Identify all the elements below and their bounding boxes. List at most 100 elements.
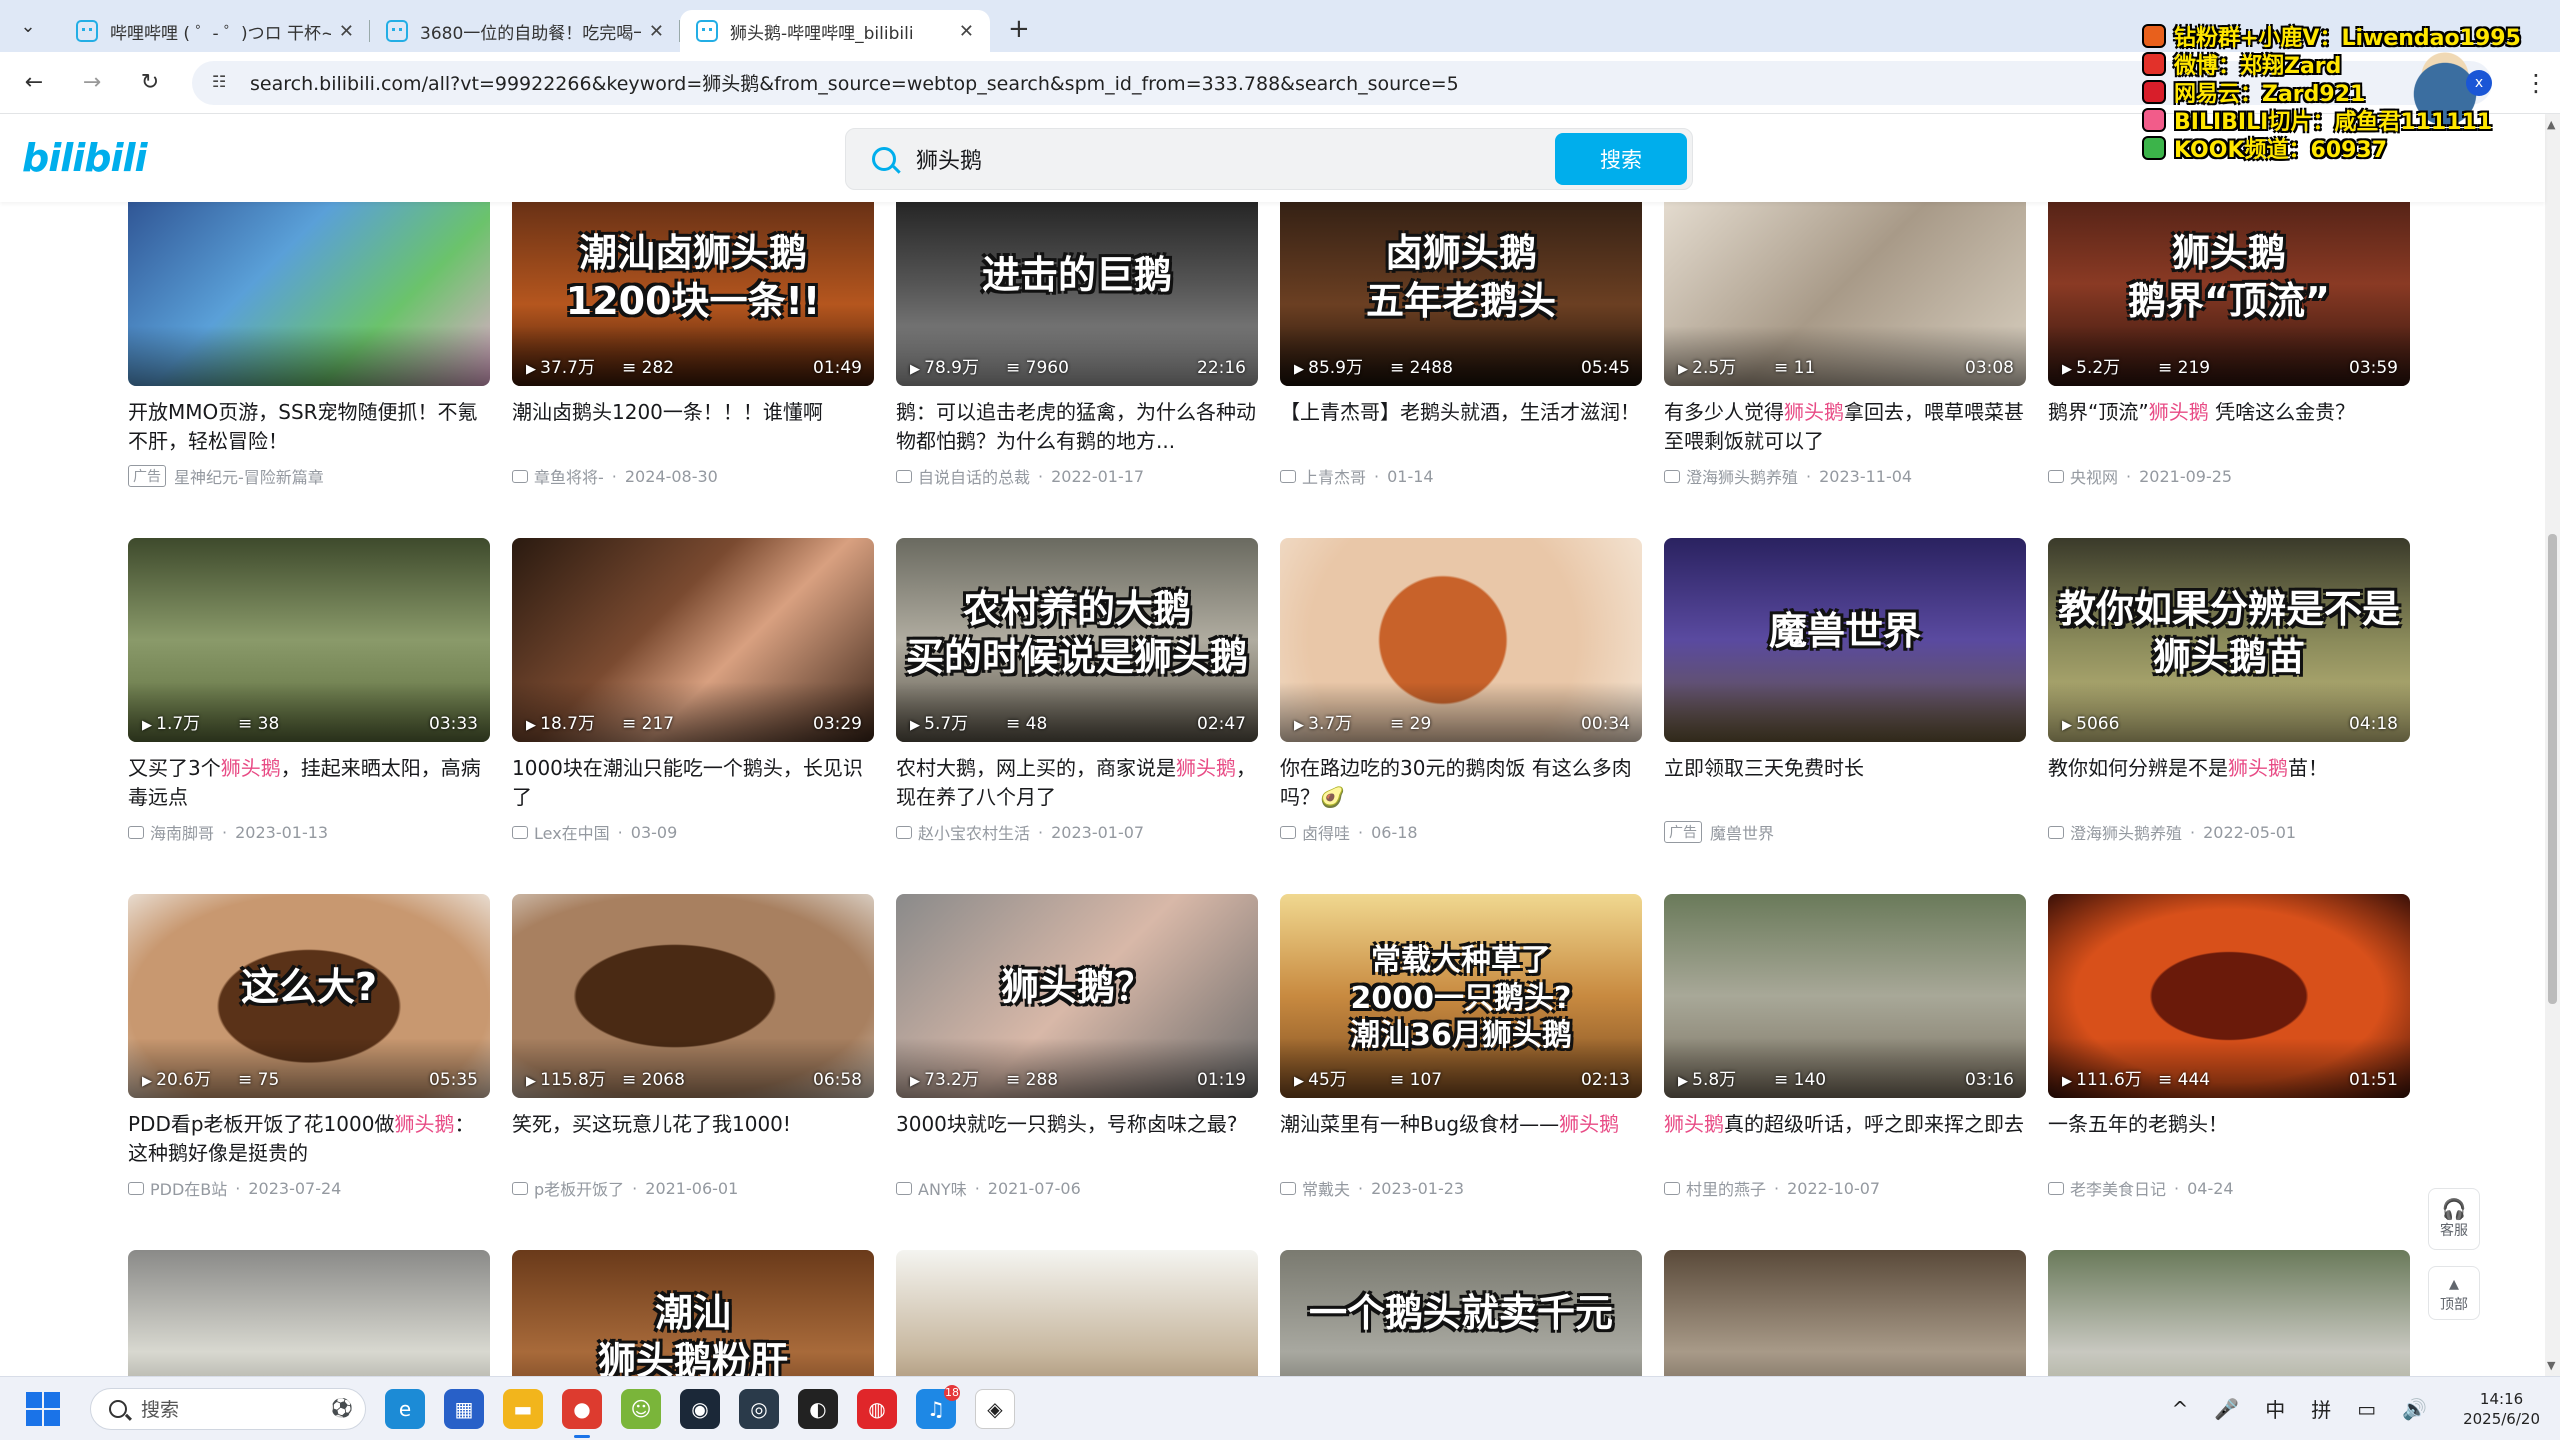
video-thumbnail[interactable]: 111.6万 444 01:51 <box>2048 894 2410 1098</box>
close-icon[interactable]: ✕ <box>649 21 664 42</box>
video-title[interactable]: 鹅界“顶流”狮头鹅 凭啥这么金贵？ <box>2048 398 2410 456</box>
scroll-up-icon[interactable]: ▲ <box>2547 118 2555 131</box>
video-title[interactable]: 潮汕卤鹅头1200一条！！！谁懂啊 <box>512 398 874 456</box>
video-thumbnail[interactable]: 这么大? 20.6万 75 05:35 <box>128 894 490 1098</box>
obs-icon[interactable]: ◐ <box>798 1388 838 1429</box>
video-card[interactable] <box>896 1250 1258 1376</box>
uploader-name[interactable]: 老李美食日记 <box>2070 1176 2166 1200</box>
video-thumbnail[interactable]: 1.7万 38 03:33 <box>128 538 490 742</box>
video-card[interactable]: 进击的巨鹅 78.9万 7960 22:16 鹅：可以追击老虎的猛禽，为什么各种动物都怕… <box>896 202 1258 488</box>
video-card[interactable]: 魔兽世界 立即领取三天免费时长 广告 魔兽世界 <box>1664 538 2026 844</box>
video-card[interactable] <box>128 1250 490 1376</box>
close-icon[interactable]: ✕ <box>339 21 354 42</box>
video-card[interactable]: 潮汕卤狮头鹅 1200块一条!! 37.7万 282 01:49 潮汕卤鹅头1200一条… <box>512 202 874 488</box>
video-title[interactable]: PDD看p老板开饭了花1000做狮头鹅：这种鹅好像是挺贵的 <box>128 1110 490 1168</box>
search-input[interactable]: 狮头鹅 <box>916 143 1555 175</box>
video-card[interactable]: 115.8万 2068 06:58 笑死，买这玩意儿花了我1000! p老板开饭了 · 20… <box>512 894 874 1200</box>
video-card[interactable]: 2.5万 11 03:08 有多少人觉得狮头鹅拿回去，喂草喂菜甚至喂剩饭就可以了澄海狮… <box>1664 202 2026 488</box>
video-card[interactable]: 111.6万 444 01:51 一条五年的老鹅头！ 老李美食日记 · 04-24 <box>2048 894 2410 1200</box>
uploader-name[interactable]: Lex在中国 <box>534 820 610 844</box>
uploader-name[interactable]: 上青杰哥 <box>1302 464 1366 488</box>
ime-mode-icon[interactable]: 中 <box>2265 1394 2285 1423</box>
tab-search-icon[interactable]: ⌄ <box>14 12 42 40</box>
video-thumbnail[interactable]: 2.5万 11 03:08 <box>1664 202 2026 386</box>
video-card[interactable]: 18.7万 217 03:29 1000块在潮汕只能吃一个鹅头，长见识了 Lex在中国 ·… <box>512 538 874 844</box>
video-card[interactable]: 狮头鹅？ 73.2万 288 01:19 3000块就吃一只鹅头，号称卤味之最? ANY味… <box>896 894 1258 1200</box>
video-thumbnail[interactable]: 卤狮头鹅 五年老鹅头 85.9万 2488 05:45 <box>1280 202 1642 386</box>
back-to-top-button[interactable]: ▴ 顶部 <box>2428 1266 2480 1320</box>
video-card[interactable]: 常载大种草了 2000一只鹅头? 潮汕36月狮头鹅45万 107 02:13 潮汕菜里… <box>1280 894 1642 1200</box>
video-thumbnail[interactable]: 一个鹅头就卖千元 <box>1280 1250 1642 1376</box>
video-title[interactable]: 3000块就吃一只鹅头，号称卤味之最? <box>896 1110 1258 1168</box>
video-card[interactable]: 农村养的大鹅 买的时候说是狮头鹅 5.7万 48 02:47 农村大鹅，网上买的，商家说… <box>896 538 1258 844</box>
video-title[interactable]: 鹅：可以追击老虎的猛禽，为什么各种动物都怕鹅？为什么有鹅的地方... <box>896 398 1258 456</box>
video-title[interactable]: 又买了3个狮头鹅，挂起来晒太阳，高病毒远点 <box>128 754 490 812</box>
browser-tab[interactable]: 3680一位的自助餐！吃完喝一 ✕ <box>370 10 680 52</box>
profile-avatar[interactable]: x <box>2466 70 2492 96</box>
netease-icon[interactable]: ◍ <box>857 1388 897 1429</box>
chrome-icon[interactable]: ● <box>562 1388 602 1438</box>
site-info-icon[interactable]: ☷ <box>212 72 234 94</box>
uploader-name[interactable]: 星神纪元-冒险新篇章 <box>174 464 324 488</box>
video-title[interactable]: 立即领取三天免费时长 <box>1664 754 2026 812</box>
clock[interactable]: 14:16 2025/6/20 <box>2463 1389 2540 1429</box>
close-icon[interactable]: ✕ <box>959 21 974 42</box>
video-card[interactable]: 开放MMO页游，SSR宠物随便抓！不氪不肝，轻松冒险！ 广告 星神纪元-冒险新篇章 <box>128 202 490 488</box>
video-thumbnail[interactable]: 115.8万 2068 06:58 <box>512 894 874 1098</box>
ime-pinyin-icon[interactable]: 拼 <box>2311 1394 2331 1423</box>
search-button[interactable]: 搜索 <box>1555 133 1687 185</box>
uploader-name[interactable]: 章鱼将将- <box>534 464 604 488</box>
video-title[interactable]: 一条五年的老鹅头！ <box>2048 1110 2410 1168</box>
browser-tab[interactable]: 哔哩哔哩 ( ゜- ゜)つロ 干杯~-b ✕ <box>60 10 370 52</box>
store-icon[interactable]: ▦ <box>444 1388 484 1429</box>
video-card[interactable]: 1.7万 38 03:33 又买了3个狮头鹅，挂起来晒太阳，高病毒远点海南脚哥 · 202… <box>128 538 490 844</box>
video-title[interactable]: 有多少人觉得狮头鹅拿回去，喂草喂菜甚至喂剩饭就可以了 <box>1664 398 2026 456</box>
video-title[interactable]: 潮汕菜里有一种Bug级食材——狮头鹅 <box>1280 1110 1642 1168</box>
video-card[interactable] <box>1664 1250 2026 1376</box>
video-card[interactable]: 这么大? 20.6万 75 05:35 PDD看p老板开饭了花1000做狮头鹅：这种鹅好… <box>128 894 490 1200</box>
back-icon[interactable]: ← <box>18 67 50 99</box>
video-thumbnail[interactable]: 狮头鹅？ 73.2万 288 01:19 <box>896 894 1258 1098</box>
qq-icon[interactable]: ♫ 18 <box>916 1384 960 1429</box>
uploader-name[interactable]: 澄海狮头鹅养殖 <box>2070 820 2182 844</box>
frog-icon[interactable]: ☺ <box>621 1388 661 1429</box>
video-title[interactable]: 笑死，买这玩意儿花了我1000! <box>512 1110 874 1168</box>
uploader-name[interactable]: 卤得哇 <box>1302 820 1350 844</box>
page-scrollbar[interactable]: ▲ ▼ <box>2545 114 2560 1376</box>
video-thumbnail[interactable]: 进击的巨鹅 78.9万 7960 22:16 <box>896 202 1258 386</box>
video-thumbnail[interactable] <box>2048 1250 2410 1376</box>
video-title[interactable]: 1000块在潮汕只能吃一个鹅头，长见识了 <box>512 754 874 812</box>
bilibili-logo[interactable]: bilibili <box>22 136 148 180</box>
uploader-name[interactable]: 村里的燕子 <box>1686 1176 1766 1200</box>
uploader-name[interactable]: 赵小宝农村生活 <box>918 820 1030 844</box>
video-thumbnail[interactable]: 农村养的大鹅 买的时候说是狮头鹅 5.7万 48 02:47 <box>896 538 1258 742</box>
browser-tab[interactable]: 狮头鹅-哔哩哔哩_bilibili ✕ <box>680 10 990 52</box>
new-tab-icon[interactable]: + <box>1008 14 1030 44</box>
uploader-name[interactable]: 海南脚哥 <box>150 820 214 844</box>
uploader-name[interactable]: 常戴夫 <box>1302 1176 1350 1200</box>
forward-icon[interactable]: → <box>76 67 108 99</box>
video-thumbnail[interactable]: 教你如果分辨是不是 狮头鹅苗 5066 04:18 <box>2048 538 2410 742</box>
video-thumbnail[interactable] <box>128 202 490 386</box>
video-thumbnail[interactable] <box>896 1250 1258 1376</box>
video-thumbnail[interactable] <box>1664 1250 2026 1376</box>
video-card[interactable]: 一个鹅头就卖千元 <box>1280 1250 1642 1376</box>
uploader-name[interactable]: PDD在B站 <box>150 1176 227 1200</box>
unity-icon[interactable]: ◈ <box>975 1388 1015 1429</box>
scroll-down-icon[interactable]: ▼ <box>2547 1359 2555 1372</box>
uploader-name[interactable]: 自说自话的总裁 <box>918 464 1030 488</box>
video-card[interactable]: 狮头鹅 鹅界“顶流” 5.2万 219 03:59 鹅界“顶流”狮头鹅 凭啥这么金贵？ 央… <box>2048 202 2410 488</box>
video-card[interactable]: 卤狮头鹅 五年老鹅头 85.9万 2488 05:45 【上青杰哥】老鹅头就酒，生活才滋… <box>1280 202 1642 488</box>
microphone-icon[interactable]: 🎤 <box>2214 1397 2239 1421</box>
uploader-name[interactable]: 魔兽世界 <box>1710 820 1774 844</box>
video-thumbnail[interactable]: 潮汕卤狮头鹅 1200块一条!! 37.7万 282 01:49 <box>512 202 874 386</box>
show-hidden-icons[interactable]: ^ <box>2172 1397 2189 1421</box>
video-thumbnail[interactable]: 18.7万 217 03:29 <box>512 538 874 742</box>
video-thumbnail[interactable]: 5.8万 140 03:16 <box>1664 894 2026 1098</box>
explorer-icon[interactable]: ▬ <box>503 1388 543 1429</box>
scrollbar-thumb[interactable] <box>2548 534 2557 1004</box>
video-thumbnail[interactable]: 潮汕 狮头鹅粉肝 <box>512 1250 874 1376</box>
uploader-name[interactable]: ANY味 <box>918 1176 967 1200</box>
video-title[interactable]: 教你如何分辨是不是狮头鹅苗！ <box>2048 754 2410 812</box>
client-icon[interactable]: ◎ <box>739 1388 779 1429</box>
